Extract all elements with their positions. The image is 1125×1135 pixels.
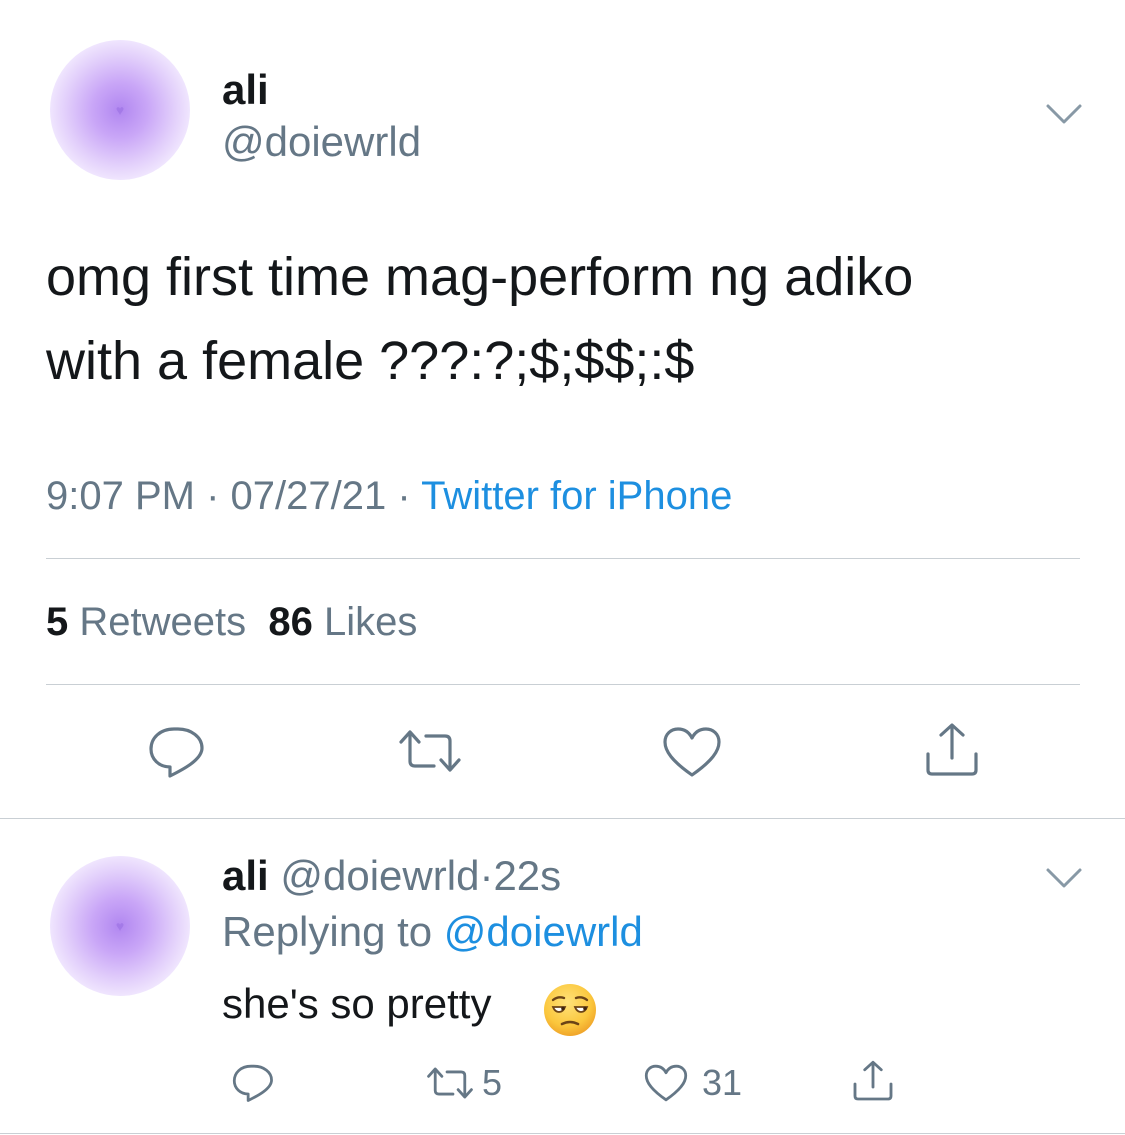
reply-icon[interactable] [148,726,208,778]
retweet-icon[interactable] [426,1066,474,1100]
reply-like-count: 31 [702,1062,743,1103]
tweet-date: 07/27/21 [230,474,387,518]
author-avatar[interactable]: ♥ [50,40,190,180]
heart-icon: ♥ [115,918,125,934]
reply-retweet-count: 5 [482,1062,503,1103]
likes-label: Likes [323,600,418,644]
retweet-icon[interactable] [398,728,462,774]
tweet-time: 9:07 PM [46,474,195,518]
retweets-count: 5 [46,600,69,644]
meta-separator: · [397,474,411,518]
share-icon[interactable] [924,722,980,778]
author-handle[interactable]: @doiewrld [222,118,421,166]
reply-author-avatar[interactable]: ♥ [50,856,190,996]
reply-author-handle[interactable]: @doiewrld [280,852,479,899]
unamused-face-emoji [544,984,596,1036]
divider [46,558,1080,559]
divider [46,684,1080,685]
reply-author-name[interactable]: ali [222,852,269,899]
tweet-stats: 5 Retweets 86 Likes [46,600,417,645]
divider [0,818,1125,819]
reply-age: 22s [493,852,562,899]
chevron-down-icon[interactable] [1044,100,1084,126]
chevron-down-icon[interactable] [1044,864,1084,890]
reply-text-body: she's so pretty [222,980,492,1027]
replying-to-label: Replying to [222,908,433,955]
retweets-label: Retweets [79,600,247,644]
share-icon[interactable] [852,1060,894,1102]
reply-text: she's so pretty [222,980,491,1028]
tweet-text-line: omg first time mag-perform ng adiko [46,247,914,307]
heart-icon: ♥ [115,102,125,118]
tweet-meta: 9:07 PM · 07/27/21 · Twitter for iPhone [46,474,732,519]
like-icon[interactable] [662,726,722,778]
like-icon[interactable] [644,1064,688,1102]
likes-stat[interactable]: 86 Likes [268,600,417,644]
reply-header: ali @doiewrld·22s [222,852,561,900]
divider [0,1133,1125,1134]
meta-separator: · [206,474,220,518]
tweet-source-link[interactable]: Twitter for iPhone [421,474,732,518]
tweet-text: omg first time mag-perform ng adiko with… [46,235,1086,403]
tweet-text-line: with a female ???:?;$;$$;:$ [46,331,695,391]
replying-to-handle[interactable]: @doiewrld [444,908,643,955]
replying-to: Replying to @doiewrld [222,908,643,956]
meta-separator: · [479,852,494,899]
reply-icon[interactable] [232,1064,276,1102]
retweets-stat[interactable]: 5 Retweets [46,600,246,644]
likes-count: 86 [268,600,313,644]
author-name[interactable]: ali [222,66,269,114]
